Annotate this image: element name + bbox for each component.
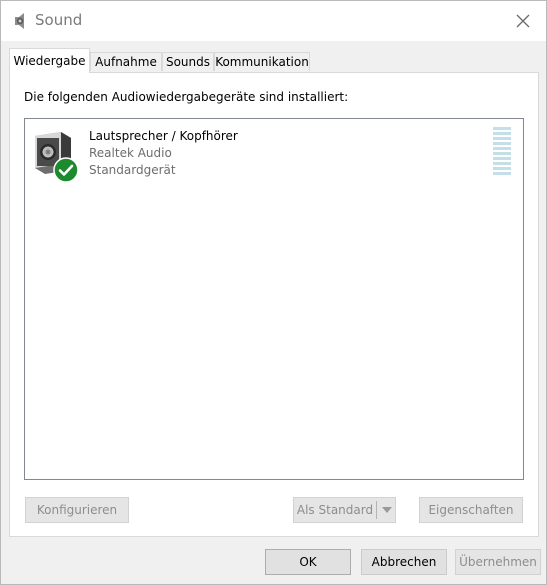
device-list[interactable]: Lautsprecher / Kopfhörer Realtek Audio S…: [24, 118, 524, 480]
tab-label: Aufnahme: [95, 55, 157, 69]
ok-button[interactable]: OK: [265, 549, 351, 575]
close-icon: [516, 14, 530, 28]
dialog-body: Wiedergabe Aufnahme Sounds Kommunikation…: [1, 41, 546, 584]
playback-panel: Die folgenden Audiowiedergabegeräte sind…: [9, 72, 539, 537]
chevron-down-icon[interactable]: [377, 498, 397, 522]
device-status: Standardgerät: [89, 163, 176, 177]
cancel-button[interactable]: Abbrechen: [361, 549, 447, 575]
tab-label: Wiedergabe: [13, 54, 86, 68]
device-driver: Realtek Audio: [89, 146, 172, 160]
sound-dialog: Sound Wiedergabe Aufnahme Sounds Kommuni…: [0, 0, 547, 585]
tab-wiedergabe[interactable]: Wiedergabe: [9, 48, 90, 73]
tab-label: Kommunikation: [215, 55, 309, 69]
device-name: Lautsprecher / Kopfhörer: [89, 129, 238, 143]
level-meter: [493, 127, 511, 177]
window-title: Sound: [35, 11, 83, 29]
properties-button[interactable]: Eigenschaften: [419, 497, 523, 523]
apply-button[interactable]: Übernehmen: [455, 549, 541, 575]
tab-sounds[interactable]: Sounds: [162, 52, 214, 71]
close-button[interactable]: [500, 1, 546, 41]
set-default-label: Als Standard: [296, 503, 374, 517]
set-default-button[interactable]: Als Standard: [293, 497, 396, 523]
configure-button[interactable]: Konfigurieren: [25, 497, 129, 523]
tab-label: Sounds: [165, 55, 211, 69]
tab-aufnahme[interactable]: Aufnahme: [90, 52, 162, 71]
title-bar: Sound: [1, 1, 546, 41]
device-item[interactable]: Lautsprecher / Kopfhörer Realtek Audio S…: [31, 127, 517, 187]
instruction-text: Die folgenden Audiowiedergabegeräte sind…: [24, 90, 349, 104]
sound-app-icon: [11, 11, 29, 31]
default-check-icon: [53, 157, 79, 183]
tab-kommunikation[interactable]: Kommunikation: [214, 52, 310, 71]
